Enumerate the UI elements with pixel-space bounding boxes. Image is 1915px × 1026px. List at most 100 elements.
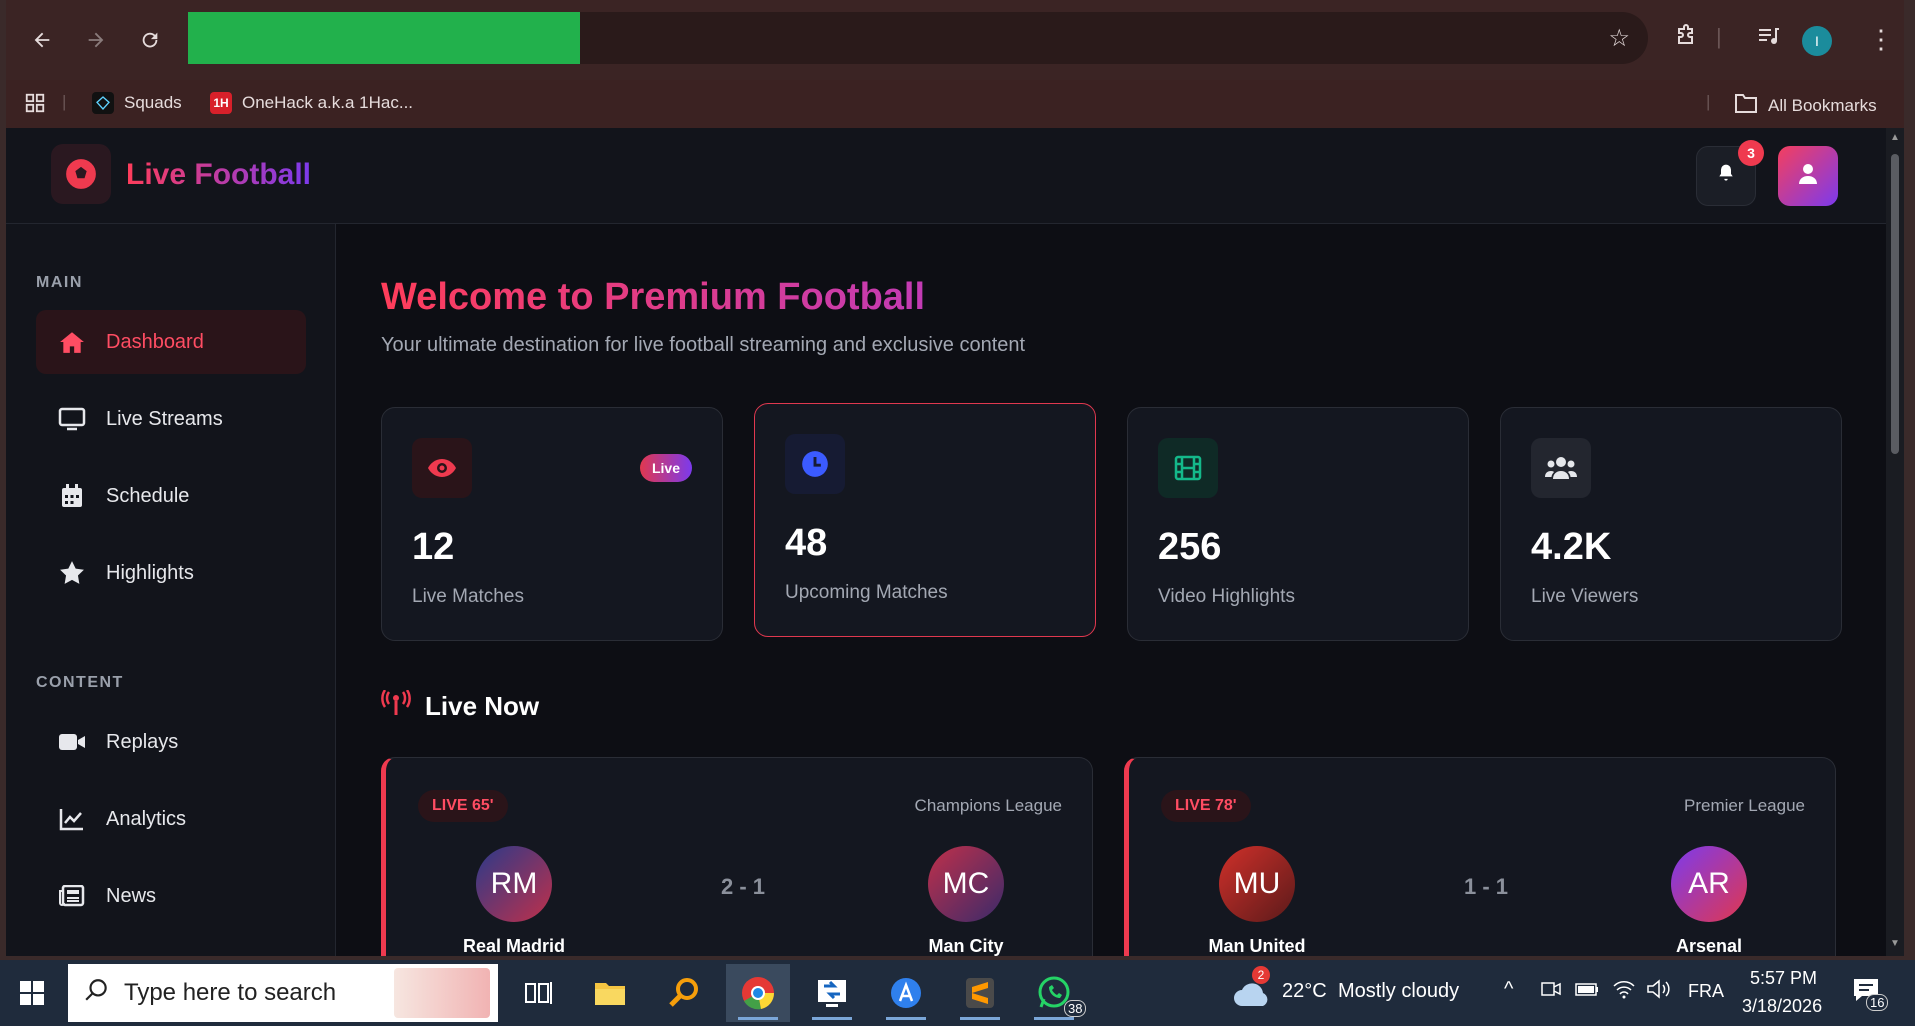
weather-temp[interactable]: 22°C — [1282, 980, 1327, 1003]
chart-line-icon — [58, 807, 86, 831]
user-profile-button[interactable] — [1778, 146, 1838, 206]
weather-alert-badge: 2 — [1252, 966, 1270, 984]
football-logo-icon[interactable] — [51, 144, 111, 204]
team-name-home: Man United — [1208, 936, 1306, 956]
user-icon — [1796, 162, 1820, 191]
stat-value: 256 — [1158, 526, 1222, 568]
web-page: Live Football 3 MAIN Dashboard Live Stre… — [6, 128, 1886, 956]
scroll-thumb[interactable] — [1891, 154, 1899, 454]
sidebar-item-label: Live Streams — [106, 407, 223, 430]
windows-taskbar: Type here to search 38 2 22°C Mostly clo… — [0, 960, 1915, 1026]
live-now-heading: Live Now — [381, 689, 539, 723]
extensions-icon[interactable] — [1674, 24, 1698, 54]
bookmark-onehack[interactable]: 1H OneHack a.k.a 1Hac... — [210, 92, 413, 114]
stat-label: Live Viewers — [1531, 586, 1639, 607]
stat-card-video-highlights[interactable]: 256 Video Highlights — [1127, 407, 1469, 641]
sidebar-item-news[interactable]: News — [36, 864, 306, 928]
media-control-icon[interactable] — [1756, 24, 1780, 54]
input-language[interactable]: FRA — [1688, 981, 1724, 1002]
match-card[interactable]: LIVE 65' Champions League RM Real Madrid… — [381, 757, 1093, 956]
star-icon — [58, 560, 86, 586]
apps-grid-icon[interactable] — [24, 92, 46, 114]
whatsapp-icon[interactable]: 38 — [1022, 964, 1087, 1022]
weather-cloud-icon[interactable]: 2 — [1230, 960, 1274, 1026]
calendar-icon — [58, 483, 86, 509]
all-bookmarks[interactable]: All Bookmarks — [1734, 92, 1877, 119]
sidebar-item-dashboard[interactable]: Dashboard — [36, 310, 306, 374]
scroll-up-arrow-icon[interactable]: ▲ — [1890, 132, 1900, 143]
main-content: Welcome to Premium Football Your ultimat… — [336, 224, 1886, 956]
app-title[interactable]: Live Football — [126, 158, 311, 192]
redacted-url — [188, 12, 580, 64]
app-header: Live Football 3 — [6, 128, 1886, 224]
file-explorer-icon[interactable] — [578, 964, 642, 1022]
bookmark-star-icon[interactable]: ☆ — [1608, 24, 1630, 53]
sidebar-item-schedule[interactable]: Schedule — [36, 464, 306, 528]
back-icon[interactable] — [26, 24, 58, 56]
notification-center-icon[interactable]: 16 — [1852, 976, 1889, 1011]
match-card[interactable]: LIVE 78' Premier League MU Man United 1 … — [1124, 757, 1836, 956]
sidebar-item-label: Highlights — [106, 561, 194, 584]
sidebar-item-analytics[interactable]: Analytics — [36, 787, 306, 851]
browser-chrome: ☆ | I ⋮ | Squads 1H OneHack a.k.a 1Hac..… — [6, 0, 1904, 128]
bookmark-label: Squads — [124, 93, 182, 112]
team-name-home: Real Madrid — [462, 936, 566, 956]
stat-label: Video Highlights — [1158, 586, 1295, 607]
bell-icon — [1716, 163, 1736, 189]
team-name-away: Arsenal — [1675, 936, 1743, 956]
match-league: Champions League — [914, 796, 1062, 815]
volume-icon[interactable] — [1646, 978, 1672, 1006]
windows-start-icon[interactable] — [10, 960, 54, 1026]
divider: | — [1716, 24, 1722, 49]
meet-camera-icon[interactable] — [1540, 978, 1562, 1006]
diamond-icon — [92, 92, 114, 114]
sidebar-item-label: Schedule — [106, 484, 190, 507]
bookmarks-bar: | Squads 1H OneHack a.k.a 1Hac... | All … — [6, 80, 1904, 128]
bookmark-squads[interactable]: Squads — [92, 92, 182, 114]
tray-chevron-up-icon[interactable]: ^ — [1504, 978, 1513, 1001]
match-score: 2 - 1 — [721, 874, 766, 899]
page-scrollbar[interactable]: ▲ ▼ — [1886, 128, 1904, 956]
search-magnifier-app-icon[interactable] — [652, 964, 716, 1022]
sublime-text-icon[interactable] — [948, 964, 1012, 1022]
sidebar-item-replays[interactable]: Replays — [36, 710, 306, 774]
scroll-down-arrow-icon[interactable]: ▼ — [1890, 938, 1900, 949]
broadcast-tower-icon — [381, 689, 411, 723]
team-logo-home: MU — [1219, 846, 1295, 922]
search-placeholder: Type here to search — [124, 979, 337, 1006]
page-subtitle: Your ultimate destination for live footb… — [381, 334, 1026, 356]
weather-desc[interactable]: Mostly cloudy — [1338, 980, 1459, 1003]
wifi-icon[interactable] — [1612, 978, 1636, 1006]
address-bar[interactable]: ☆ — [188, 12, 1648, 64]
match-league: Premier League — [1684, 796, 1805, 815]
clock-time[interactable]: 5:57 PM — [1750, 968, 1817, 989]
eye-icon — [412, 438, 472, 498]
remote-app-icon[interactable] — [800, 964, 864, 1022]
reload-icon[interactable] — [134, 24, 166, 56]
team-logo-away: AR — [1671, 846, 1747, 922]
clock-date[interactable]: 3/18/2026 — [1742, 996, 1822, 1017]
forward-icon[interactable] — [80, 24, 112, 56]
sidebar-item-highlights[interactable]: Highlights — [36, 541, 306, 605]
chrome-icon[interactable] — [726, 964, 790, 1022]
sidebar-item-live-streams[interactable]: Live Streams — [36, 387, 306, 451]
task-view-icon[interactable] — [506, 964, 570, 1022]
film-icon — [1158, 438, 1218, 498]
profile-avatar[interactable]: I — [1802, 26, 1832, 56]
stat-card-upcoming-matches[interactable]: 48 Upcoming Matches — [754, 403, 1096, 637]
translate-app-icon[interactable] — [874, 964, 938, 1022]
monitor-icon — [58, 407, 86, 431]
more-menu-icon[interactable]: ⋮ — [1868, 24, 1894, 55]
sidebar: MAIN Dashboard Live Streams Schedule Hig… — [6, 224, 336, 956]
stat-card-live-matches[interactable]: Live 12 Live Matches — [381, 407, 723, 641]
notification-count-badge: 3 — [1738, 140, 1764, 166]
taskbar-search[interactable]: Type here to search — [68, 964, 498, 1022]
divider: | — [1706, 92, 1711, 111]
search-icon — [84, 977, 110, 1010]
all-bookmarks-label: All Bookmarks — [1768, 95, 1877, 115]
notification-center-badge: 16 — [1866, 994, 1889, 1011]
cherry-blossom-icon — [394, 968, 490, 1018]
stat-card-live-viewers[interactable]: 4.2K Live Viewers — [1500, 407, 1842, 641]
sidebar-item-label: Replays — [106, 730, 179, 753]
battery-icon[interactable] — [1574, 978, 1600, 1006]
